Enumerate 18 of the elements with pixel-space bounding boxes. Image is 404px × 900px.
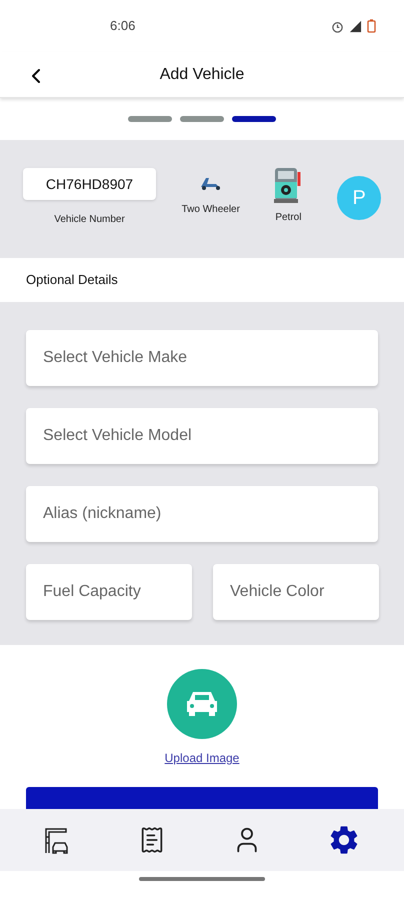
car-icon — [185, 690, 219, 718]
signal-icon — [349, 20, 362, 32]
status-time: 6:06 — [110, 17, 136, 36]
input-field[interactable]: Select Vehicle Make — [26, 330, 378, 386]
fuel-type-label: Petrol — [275, 211, 302, 225]
section-title: Optional Details — [26, 271, 118, 290]
vehicle-number: CH76HD8907 — [23, 168, 156, 200]
input-field[interactable]: Select Vehicle Model — [26, 408, 378, 464]
battery-icon — [367, 19, 376, 33]
upload-image-link[interactable]: Upload Image — [164, 749, 240, 767]
page-title: Add Vehicle — [160, 64, 244, 84]
input-field[interactable]: Alias (nickname) — [26, 486, 378, 542]
avatar: P — [337, 176, 381, 220]
vehicle-number-label: Vehicle Number — [54, 213, 125, 227]
alarm-icon — [331, 20, 344, 32]
input-field[interactable]: Vehicle Color — [213, 564, 379, 620]
vehicle-type-label: Two Wheeler — [182, 203, 240, 217]
input-field[interactable]: Fuel Capacity — [26, 564, 192, 620]
